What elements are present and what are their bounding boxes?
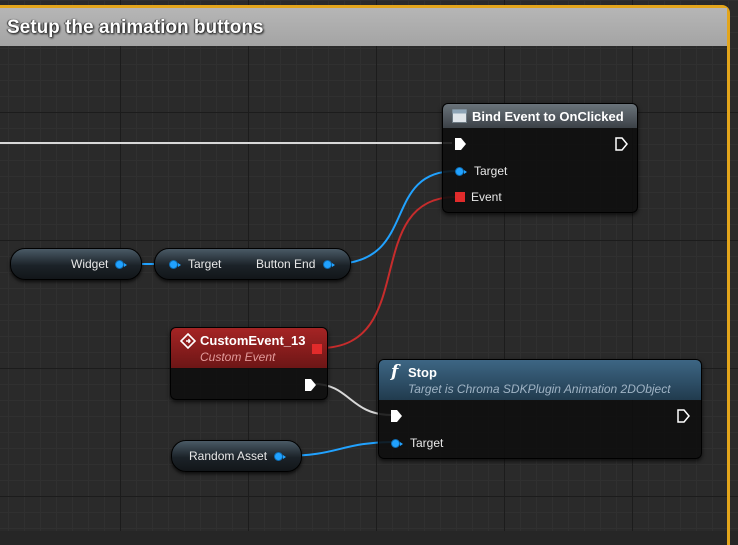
- stop-subtitle: Target is Chroma SDKPlugin Animation 2DO…: [408, 382, 671, 396]
- target-pin[interactable]: [455, 167, 467, 176]
- widget-label: Widget: [71, 257, 109, 271]
- stop-title: Stop: [408, 365, 437, 380]
- getter-output-label: Button End: [256, 257, 316, 271]
- stop-target-label: Target: [410, 436, 444, 450]
- stop-exec-in-pin[interactable]: [390, 409, 403, 423]
- bind-event-title: Bind Event to OnClicked: [472, 109, 624, 124]
- widget-variable-node[interactable]: Widget: [10, 248, 142, 280]
- widget-output-pin[interactable]: [115, 260, 127, 269]
- event-delegate-output-pin[interactable]: [312, 344, 322, 354]
- stop-function-node[interactable]: f Stop Target is Chroma SDKPlugin Animat…: [378, 359, 702, 459]
- custom-event-subtitle: Custom Event: [200, 350, 276, 364]
- exec-in-pin[interactable]: [454, 137, 467, 151]
- event-icon: [180, 333, 196, 349]
- button-end-output-pin[interactable]: [323, 260, 335, 269]
- custom-event-title: CustomEvent_13: [200, 333, 306, 348]
- target-pin-label: Target: [474, 164, 508, 178]
- event-pin-label: Event: [471, 190, 502, 204]
- event-pin[interactable]: [455, 192, 465, 202]
- custom-event-node[interactable]: CustomEvent_13 Custom Event: [170, 327, 328, 400]
- random-asset-output-pin[interactable]: [274, 452, 286, 461]
- getter-target-label: Target: [188, 257, 222, 271]
- delegate-icon: [452, 109, 467, 123]
- random-asset-variable-node[interactable]: Random Asset: [171, 440, 302, 472]
- button-end-getter-node[interactable]: Target Button End: [154, 248, 351, 280]
- bind-event-node[interactable]: Bind Event to OnClicked Target Event: [442, 103, 638, 213]
- exec-out-pin[interactable]: [615, 137, 628, 151]
- stop-exec-out-pin[interactable]: [677, 409, 690, 423]
- getter-target-pin[interactable]: [169, 260, 181, 269]
- stop-target-pin[interactable]: [391, 439, 403, 448]
- event-exec-out-pin[interactable]: [304, 378, 317, 392]
- function-icon: f: [391, 362, 399, 382]
- random-asset-label: Random Asset: [189, 449, 268, 463]
